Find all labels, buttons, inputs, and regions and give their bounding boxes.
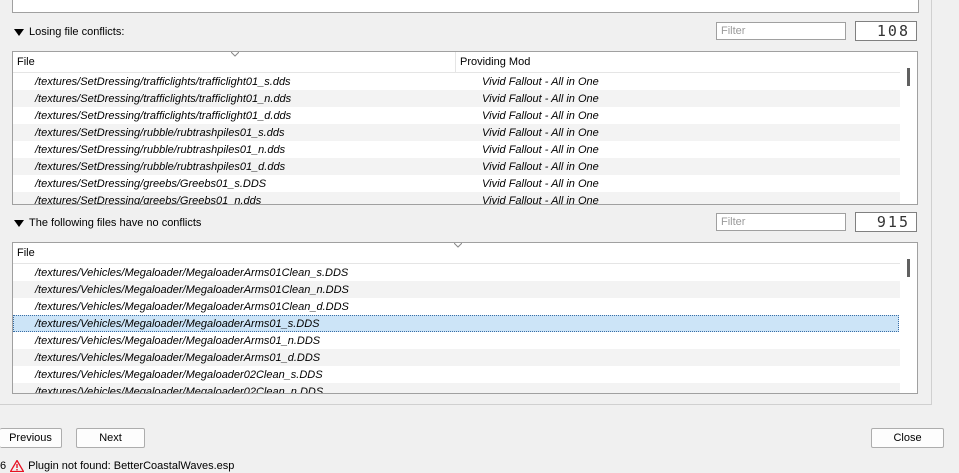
no-conflicts-filter-input[interactable] (716, 213, 846, 231)
warning-icon (10, 460, 25, 472)
file-path-cell: /textures/SetDressing/trafficlights/traf… (35, 92, 292, 105)
no-conflicts-toggle[interactable]: The following files have no conflicts (14, 214, 201, 232)
providing-mod-cell: Vivid Fallout - All in One (482, 75, 599, 88)
file-path-cell: /textures/Vehicles/Megaloader/Megaloader… (35, 317, 320, 330)
no-conflicts-scrollbar[interactable] (900, 243, 917, 393)
status-bar: 6 Plugin not found: BetterCoastalWaves.e… (0, 459, 234, 473)
table-row[interactable]: /textures/SetDressing/rubble/rubtrashpil… (13, 141, 917, 158)
losing-count-display: 108 (855, 21, 917, 41)
conflicts-panel: Losing file conflicts: 108 File Providin… (0, 0, 932, 405)
no-conflicts-rows: /textures/Vehicles/Megaloader/Megaloader… (13, 264, 917, 394)
table-row[interactable]: /textures/Vehicles/Megaloader/Megaloader… (13, 349, 917, 366)
losing-conflicts-title: Losing file conflicts: (29, 26, 125, 38)
losing-conflicts-toggle[interactable]: Losing file conflicts: (14, 23, 124, 41)
losing-scrollbar[interactable] (900, 52, 917, 204)
previous-button[interactable]: Previous (0, 428, 62, 448)
providing-mod-cell: Vivid Fallout - All in One (482, 177, 599, 190)
column-header-file[interactable]: File (13, 243, 39, 263)
table-row[interactable]: /textures/SetDressing/greebs/Greebs01_n.… (13, 192, 917, 205)
table-row[interactable]: /textures/Vehicles/Megaloader/Megaloader… (13, 332, 917, 349)
file-path-cell: /textures/Vehicles/Megaloader/Megaloader… (35, 368, 323, 381)
providing-mod-cell: Vivid Fallout - All in One (482, 143, 599, 156)
providing-mod-cell: Vivid Fallout - All in One (482, 126, 599, 139)
file-path-cell: /textures/Vehicles/Megaloader/Megaloader… (35, 300, 349, 313)
losing-rows: /textures/SetDressing/trafficlights/traf… (13, 73, 917, 205)
providing-mod-cell: Vivid Fallout - All in One (482, 109, 599, 122)
losing-conflicts-table[interactable]: File Providing Mod /textures/SetDressing… (12, 51, 918, 205)
scroll-thumb[interactable] (907, 259, 910, 277)
table-row[interactable]: /textures/Vehicles/Megaloader/Megaloader… (13, 264, 917, 281)
losing-filter-input[interactable] (716, 22, 846, 40)
no-conflicts-title: The following files have no conflicts (29, 217, 202, 229)
collapse-triangle-icon (14, 219, 24, 227)
sort-caret-icon (454, 243, 462, 248)
close-button[interactable]: Close (871, 428, 944, 448)
losing-table-header: File Providing Mod (13, 52, 917, 73)
table-row[interactable]: /textures/Vehicles/Megaloader/Megaloader… (13, 298, 917, 315)
no-conflicts-table-header: File (13, 243, 917, 264)
table-row[interactable]: /textures/SetDressing/trafficlights/traf… (13, 107, 917, 124)
table-row[interactable]: /textures/SetDressing/greebs/Greebs01_s.… (13, 175, 917, 192)
table-row[interactable]: /textures/SetDressing/trafficlights/traf… (13, 73, 917, 90)
file-path-cell: /textures/SetDressing/greebs/Greebs01_n.… (35, 194, 262, 205)
file-path-cell: /textures/SetDressing/trafficlights/traf… (35, 109, 292, 122)
collapse-triangle-icon (14, 28, 24, 36)
column-header-providing-mod[interactable]: Providing Mod (456, 52, 534, 72)
table-row[interactable]: /textures/Vehicles/Megaloader/Megaloader… (13, 366, 917, 383)
table-row[interactable]: /textures/SetDressing/trafficlights/traf… (13, 90, 917, 107)
table-row[interactable]: /textures/SetDressing/rubble/rubtrashpil… (13, 124, 917, 141)
no-conflicts-table[interactable]: File /textures/Vehicles/Megaloader/Megal… (12, 242, 918, 394)
file-path-cell: /textures/SetDressing/trafficlights/traf… (35, 75, 291, 88)
scroll-thumb[interactable] (907, 68, 910, 86)
file-path-cell: /textures/SetDressing/greebs/Greebs01_s.… (35, 177, 267, 190)
table-row[interactable]: /textures/Vehicles/Megaloader/Megaloader… (13, 383, 917, 394)
file-path-cell: /textures/SetDressing/rubble/rubtrashpil… (35, 126, 285, 139)
file-path-cell: /textures/Vehicles/Megaloader/Megaloader… (35, 283, 349, 296)
file-path-cell: /textures/Vehicles/Megaloader/Megaloader… (35, 266, 349, 279)
sort-caret-icon (231, 52, 239, 57)
next-button[interactable]: Next (76, 428, 145, 448)
upper-list-bottom-edge (12, 0, 919, 13)
status-count: 6 (0, 460, 7, 472)
file-path-cell: /textures/Vehicles/Megaloader/Megaloader… (35, 334, 321, 347)
file-path-cell: /textures/SetDressing/rubble/rubtrashpil… (35, 160, 286, 173)
file-path-cell: /textures/Vehicles/Megaloader/Megaloader… (35, 385, 324, 394)
file-path-cell: /textures/SetDressing/rubble/rubtrashpil… (35, 143, 286, 156)
status-message: Plugin not found: BetterCoastalWaves.esp (28, 460, 235, 472)
providing-mod-cell: Vivid Fallout - All in One (482, 194, 599, 205)
selected-table-row[interactable]: /textures/Vehicles/Megaloader/Megaloader… (13, 315, 899, 332)
file-path-cell: /textures/Vehicles/Megaloader/Megaloader… (35, 351, 321, 364)
no-conflicts-count-display: 915 (855, 212, 917, 232)
providing-mod-cell: Vivid Fallout - All in One (482, 160, 599, 173)
providing-mod-cell: Vivid Fallout - All in One (482, 92, 599, 105)
table-row[interactable]: /textures/SetDressing/rubble/rubtrashpil… (13, 158, 917, 175)
table-row[interactable]: /textures/Vehicles/Megaloader/Megaloader… (13, 281, 917, 298)
